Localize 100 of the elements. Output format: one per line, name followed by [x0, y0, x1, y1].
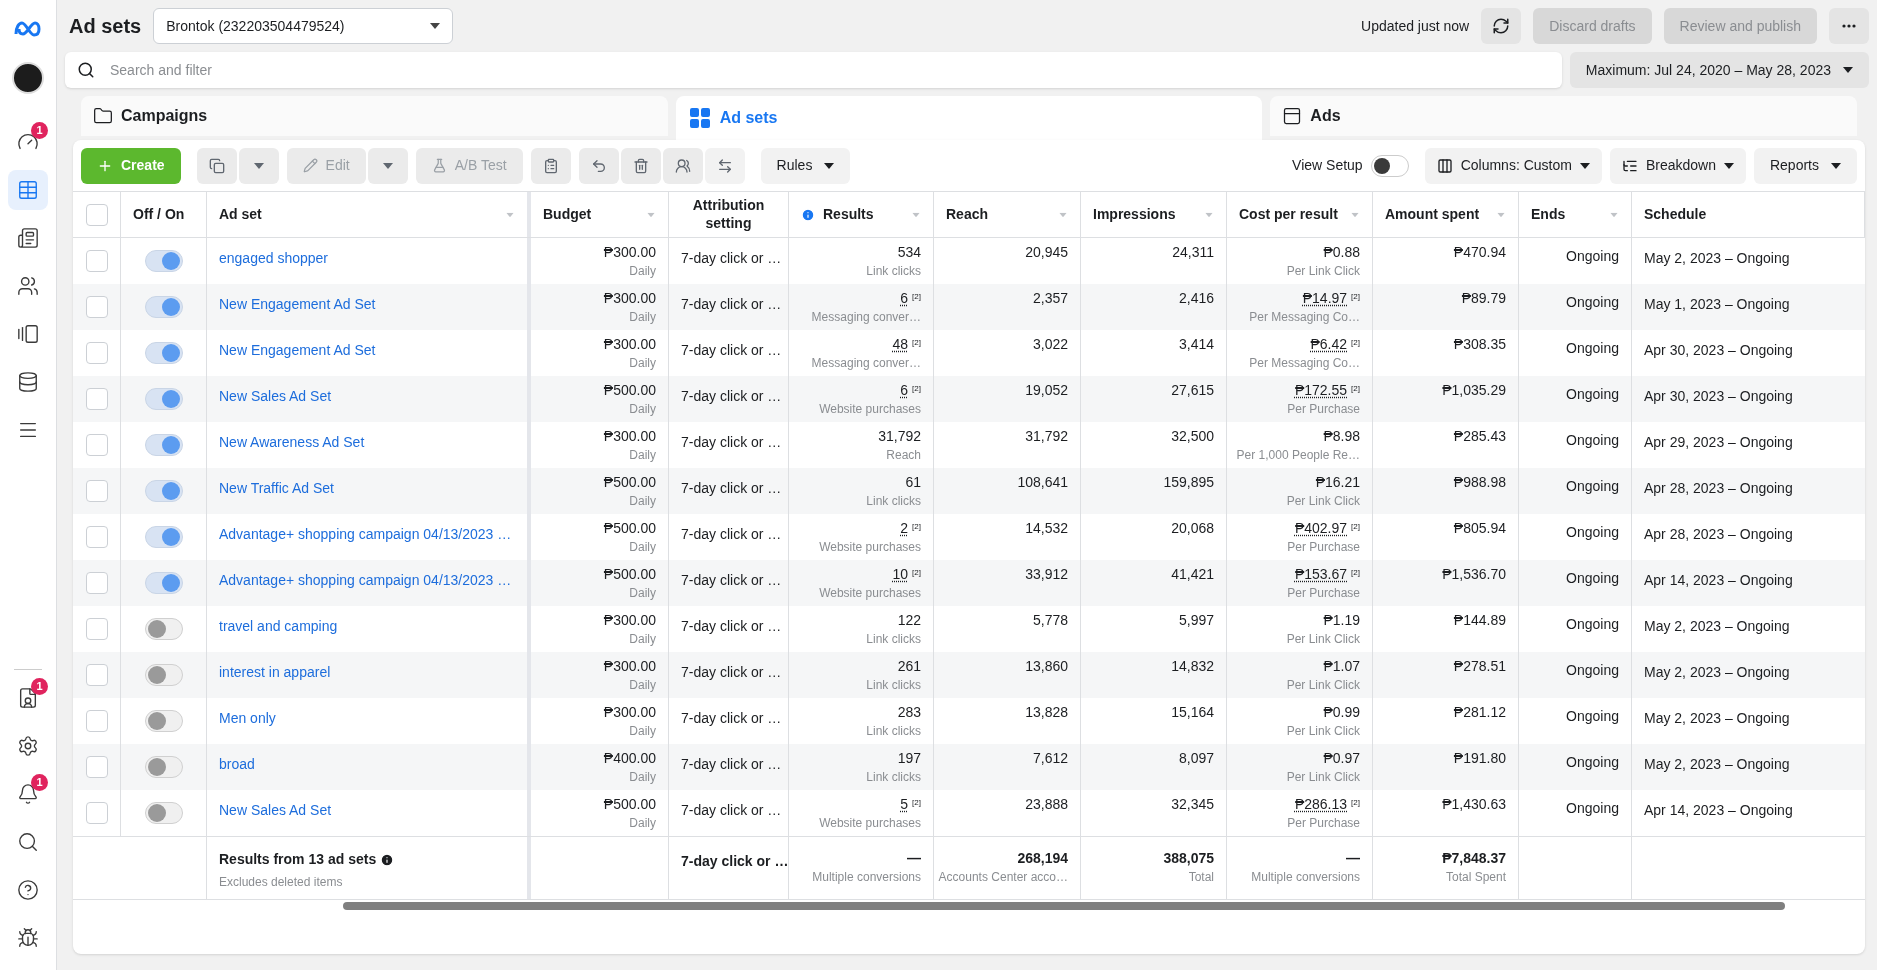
ad-set-link[interactable]: Advantage+ shopping campaign 04/13/2023 … — [219, 526, 512, 542]
ad-set-link[interactable]: New Sales Ad Set — [219, 388, 332, 404]
more-button[interactable] — [1829, 8, 1869, 44]
ad-set-link[interactable]: New Awareness Ad Set — [219, 434, 365, 450]
ad-set-link[interactable]: engaged shopper — [219, 250, 328, 266]
column-header[interactable]: Attribution setting — [669, 192, 789, 237]
checkbox[interactable] — [85, 618, 108, 640]
avatar[interactable] — [12, 62, 44, 94]
date-range-button[interactable]: Maximum: Jul 24, 2020 – May 28, 2023 — [1569, 52, 1869, 88]
toggle-switch[interactable] — [144, 250, 183, 272]
scrollbar[interactable] — [343, 902, 1785, 910]
checkbox[interactable] — [85, 756, 108, 778]
cell-value: Ongoing — [1566, 707, 1619, 726]
cell-caption: Excludes deleted items — [219, 874, 344, 890]
checkbox[interactable] — [85, 480, 108, 502]
toggle-switch[interactable] — [144, 756, 183, 778]
cell-caption: Daily — [629, 309, 656, 325]
toggle-switch[interactable] — [144, 480, 183, 502]
ad-set-link[interactable]: broad — [219, 756, 255, 772]
cell-value: 7-day click or … — [681, 853, 789, 869]
caret-icon — [1579, 162, 1590, 169]
ad-set-link[interactable]: Men only — [219, 710, 276, 726]
checkbox[interactable] — [85, 710, 108, 732]
checkbox[interactable] — [85, 250, 108, 272]
toggle-switch[interactable] — [144, 434, 183, 456]
dropdown-button[interactable] — [367, 147, 408, 184]
cell-value: Ongoing — [1566, 477, 1619, 496]
toggle-switch[interactable] — [144, 296, 183, 318]
checkbox[interactable] — [85, 342, 108, 364]
checkbox[interactable] — [85, 572, 108, 594]
undo-button[interactable] — [578, 147, 619, 184]
cell-caption: Website purchases — [819, 815, 921, 831]
column-header[interactable]: Schedule — [1632, 192, 1865, 237]
breakdown-button[interactable]: Breakdown — [1609, 147, 1746, 184]
toggle-switch[interactable] — [144, 664, 183, 686]
checkbox[interactable] — [85, 526, 108, 548]
column-header[interactable]: Amount spent — [1373, 192, 1519, 237]
ad-set-link[interactable]: New Engagement Ad Set — [219, 296, 376, 312]
audience-button[interactable] — [662, 147, 703, 184]
checkbox[interactable] — [85, 802, 108, 824]
cell-value: Apr 28, 2023 – Ongoing — [1644, 526, 1793, 542]
sidebar-item[interactable]: 1 — [8, 122, 48, 162]
swap-button[interactable] — [704, 147, 745, 184]
column-header[interactable]: Impressions — [1081, 192, 1227, 237]
tab[interactable]: Ad sets — [675, 96, 1263, 140]
toggle-switch[interactable] — [144, 342, 183, 364]
people-icon — [674, 157, 691, 174]
account-dropdown[interactable]: Brontok (232203504479524) — [153, 8, 454, 44]
clipboard-button[interactable] — [530, 147, 571, 184]
caret-icon — [824, 162, 835, 169]
checkbox[interactable] — [85, 388, 108, 410]
reports-button[interactable]: Reports — [1753, 147, 1857, 184]
refresh-button[interactable] — [1481, 8, 1522, 44]
duplicate-button[interactable] — [196, 147, 237, 184]
ad-set-link[interactable]: Advantage+ shopping campaign 04/13/2023 … — [219, 572, 512, 588]
column-header[interactable]: Ends — [1519, 192, 1632, 237]
toggle-switch[interactable] — [144, 388, 183, 410]
ad-set-link[interactable]: New Traffic Ad Set — [219, 480, 334, 496]
ad-set-link[interactable]: New Engagement Ad Set — [219, 342, 376, 358]
delete-button[interactable] — [620, 147, 661, 184]
cell-value: 5,997 — [1178, 611, 1214, 629]
rules-button[interactable]: Rules — [760, 147, 851, 184]
cell-value: ₱300.00 — [603, 427, 656, 445]
toggle-switch[interactable] — [144, 526, 183, 548]
cell-value: ₱14.97 $^{[2]}$ — [1302, 289, 1360, 307]
cell-value: Ongoing — [1566, 753, 1619, 772]
cell-caption: Per Purchase — [1287, 401, 1360, 417]
checkbox[interactable] — [85, 434, 108, 456]
checkbox[interactable] — [85, 296, 108, 318]
column-header[interactable]: Results — [789, 192, 934, 237]
toggle-switch[interactable] — [144, 710, 183, 732]
cell-value: ₱1,035.29 — [1442, 381, 1506, 399]
ad-set-link[interactable]: interest in apparel — [219, 664, 331, 680]
tab[interactable]: Ads — [1270, 96, 1857, 136]
toggle-switch[interactable] — [144, 802, 183, 824]
column-header[interactable]: Cost per result — [1227, 192, 1373, 237]
search-field[interactable]: Search and filter — [65, 52, 1562, 88]
sidebar-icon — [17, 227, 39, 249]
toggle-switch[interactable] — [144, 572, 183, 594]
cell-value: 32,500 — [1171, 427, 1214, 445]
sidebar-item[interactable]: 1 — [8, 774, 48, 814]
cell-value: ₱308.35 — [1453, 335, 1506, 353]
checkbox[interactable] — [85, 203, 108, 226]
tab[interactable]: Campaigns — [81, 96, 668, 136]
ad-set-link[interactable]: New Sales Ad Set — [219, 802, 332, 818]
column-header[interactable]: Reach — [934, 192, 1081, 237]
cell-value: ₱144.89 — [1453, 611, 1506, 629]
cell-value: 388,075 — [1163, 849, 1214, 867]
toggle-switch[interactable] — [144, 618, 183, 640]
cell-value: ₱500.00 — [603, 381, 656, 399]
column-header[interactable]: Off / On — [121, 192, 207, 237]
column-header[interactable]: Budget — [531, 192, 669, 237]
view-setup-toggle[interactable] — [1370, 154, 1409, 177]
sidebar-icon — [17, 179, 39, 201]
columns-button[interactable]: Columns: Custom — [1424, 147, 1602, 184]
cell-value: 7-day click or … — [681, 342, 782, 358]
sidebar-item[interactable]: 1 — [8, 678, 48, 718]
ad-set-link[interactable]: travel and camping — [219, 618, 338, 634]
checkbox[interactable] — [85, 664, 108, 686]
cell-value: ₱0.88 — [1323, 243, 1360, 261]
